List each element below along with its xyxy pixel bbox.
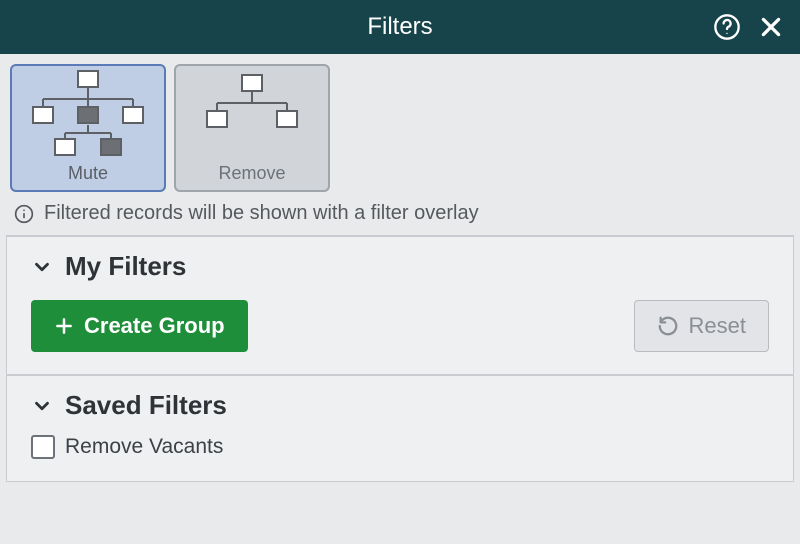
help-icon: [713, 13, 741, 41]
info-icon: [14, 204, 34, 224]
create-group-button[interactable]: Create Group: [31, 300, 248, 352]
mute-tree-icon: [12, 66, 164, 163]
info-line: Filtered records will be shown with a fi…: [0, 198, 800, 235]
saved-filter-item-label: Remove Vacants: [65, 435, 223, 459]
mode-tile-remove[interactable]: Remove: [174, 64, 330, 192]
header-actions: [712, 0, 786, 54]
section-saved-filters: Saved Filters Remove Vacants: [6, 375, 794, 482]
close-button[interactable]: [756, 12, 786, 42]
filter-mode-row: Mute Remove: [0, 54, 800, 198]
section-my-filters-body: Create Group Reset: [31, 300, 769, 352]
undo-icon: [657, 315, 679, 337]
dialog-header: Filters: [0, 0, 800, 54]
mode-tile-mute[interactable]: Mute: [10, 64, 166, 192]
section-saved-filters-title: Saved Filters: [65, 390, 227, 421]
section-my-filters: My Filters Create Group Reset: [6, 236, 794, 375]
create-group-label: Create Group: [84, 313, 225, 339]
mode-tile-remove-label: Remove: [218, 163, 285, 190]
info-text: Filtered records will be shown with a fi…: [44, 202, 479, 225]
reset-label: Reset: [689, 313, 746, 339]
help-button[interactable]: [712, 12, 742, 42]
mode-tile-mute-label: Mute: [68, 163, 108, 190]
section-saved-filters-header[interactable]: Saved Filters: [31, 390, 769, 421]
close-icon: [758, 14, 784, 40]
section-my-filters-header[interactable]: My Filters: [31, 251, 769, 282]
remove-tree-icon: [176, 66, 328, 163]
chevron-down-icon: [31, 395, 53, 417]
section-my-filters-title: My Filters: [65, 251, 186, 282]
dialog-title: Filters: [367, 13, 432, 41]
saved-filter-item[interactable]: Remove Vacants: [31, 435, 769, 459]
chevron-down-icon: [31, 256, 53, 278]
checkbox-icon: [31, 435, 55, 459]
reset-button[interactable]: Reset: [634, 300, 769, 352]
sections: My Filters Create Group Reset: [6, 235, 794, 482]
plus-icon: [54, 316, 74, 336]
